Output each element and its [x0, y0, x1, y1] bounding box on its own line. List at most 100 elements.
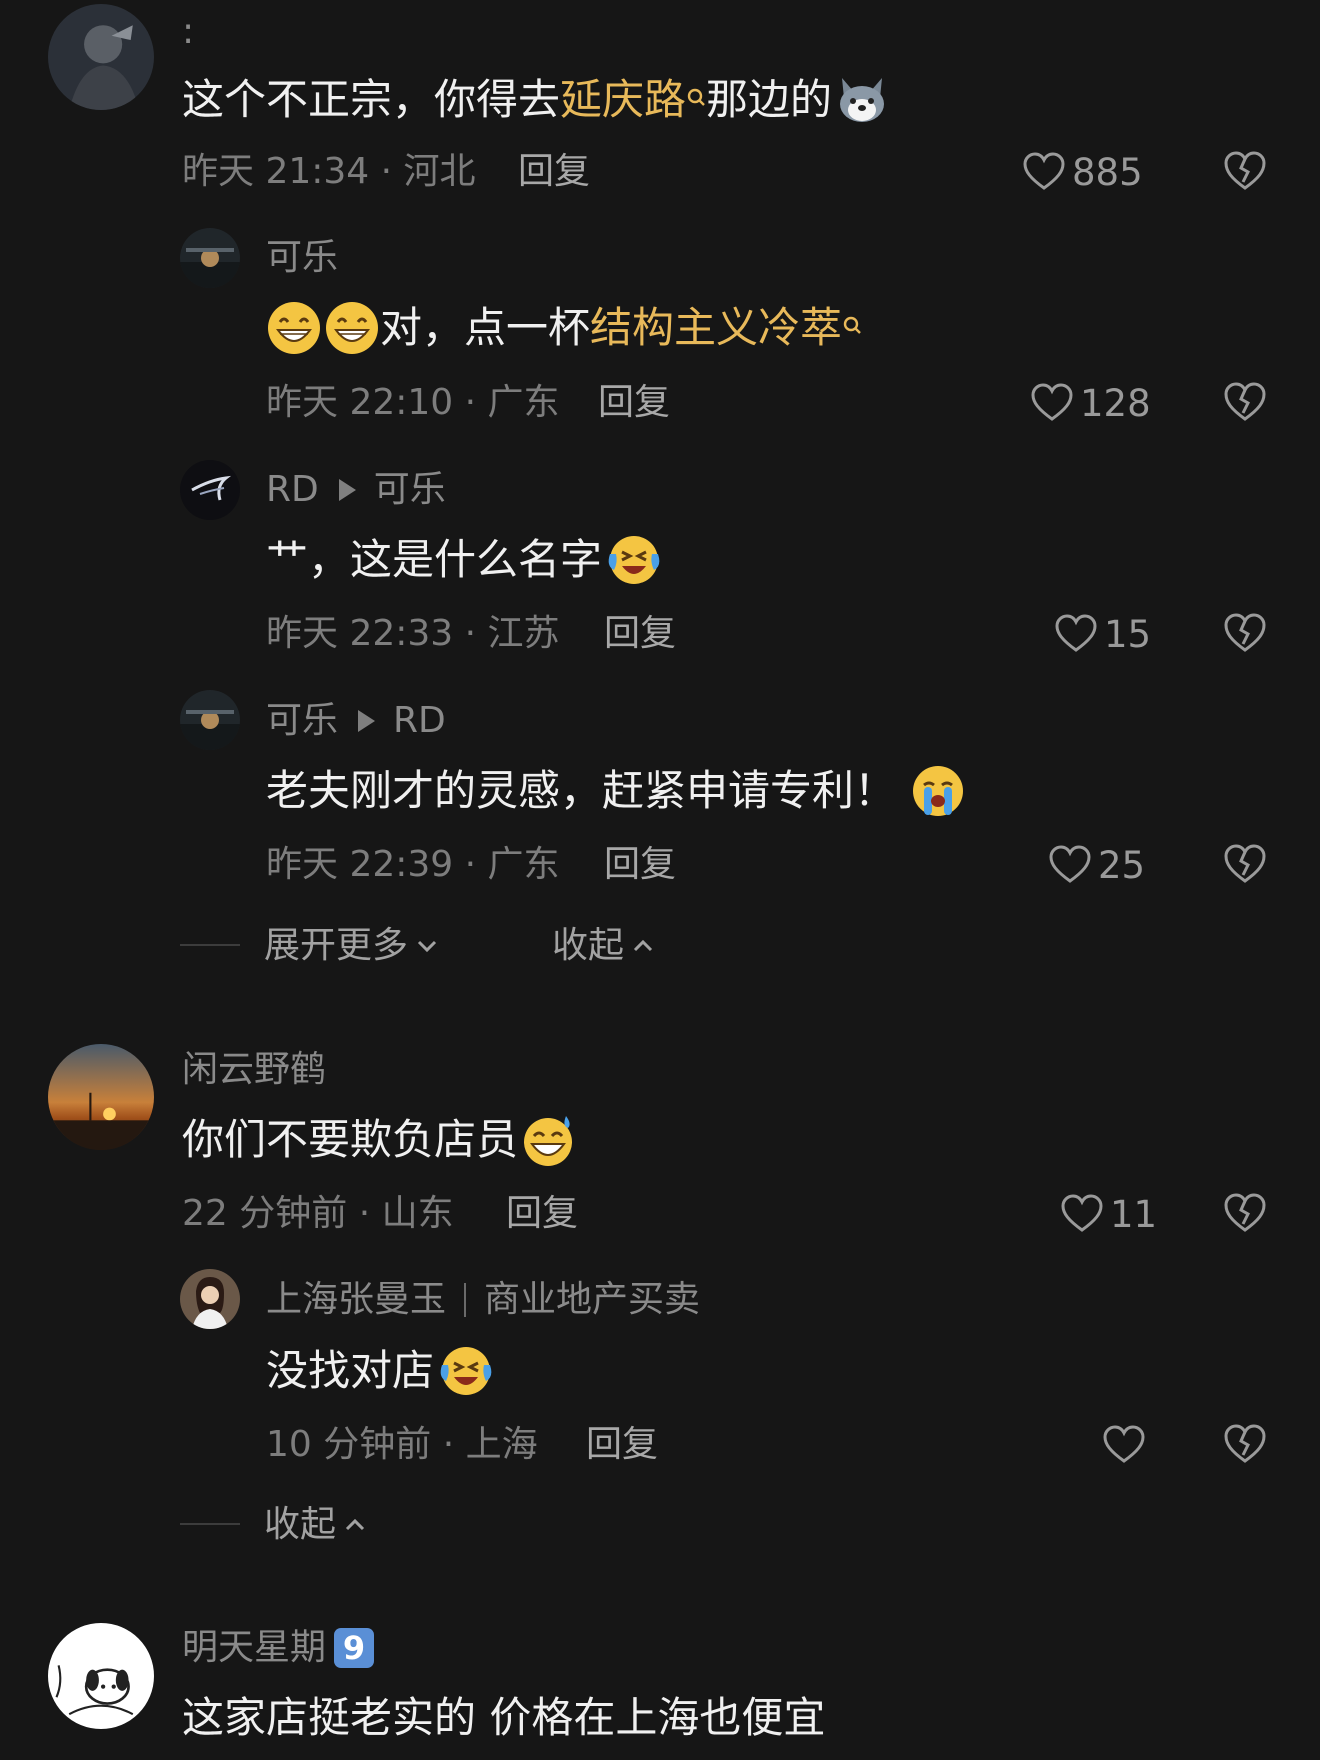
commenter-name: 可乐 RD — [266, 703, 446, 739]
comment-meta: 10 分钟前 · 上海 — [266, 1424, 538, 1465]
search-icon[interactable] — [686, 78, 706, 106]
comment-meta: 昨天 21:34 · 河北 — [182, 151, 476, 192]
comment-text: 没找对店 — [266, 1343, 492, 1399]
grinning-sweat-emoji — [520, 1112, 576, 1168]
heart-icon — [1023, 152, 1065, 190]
like-count: 128 — [1080, 381, 1151, 425]
comment-meta: 昨天 22:39 · 广东 — [266, 844, 560, 885]
like-button[interactable]: 128 — [1028, 379, 1151, 427]
reply-button[interactable]: 回复 — [604, 616, 676, 652]
collapse-button[interactable]: 收起 — [264, 1507, 368, 1543]
reply-button[interactable]: 回复 — [586, 1427, 658, 1463]
reply-button[interactable]: 回复 — [506, 1196, 578, 1232]
comment-text-part: 没找对店 — [266, 1346, 435, 1395]
broken-heart-icon — [1224, 613, 1266, 652]
chevron-up-icon — [345, 1518, 365, 1531]
comment-text: 老夫刚才的灵感，赶紧申请专利！ — [266, 763, 966, 819]
dislike-button[interactable] — [1220, 839, 1270, 889]
husky-dog-emoji — [834, 72, 890, 128]
comment-text: 艹，这是什么名字 — [266, 532, 660, 588]
comment-text-part: 你们不要欺负店员 — [182, 1115, 519, 1164]
comment-text: 这家店挺老实的 价格在上海也便宜 — [182, 1690, 825, 1746]
dislike-button[interactable] — [1220, 377, 1270, 427]
reply-button[interactable]: 回复 — [604, 847, 676, 883]
avatar[interactable] — [48, 1623, 154, 1729]
heart-icon — [1055, 614, 1097, 652]
search-link[interactable]: 结构主义冷萃 — [590, 307, 842, 349]
like-count: 25 — [1098, 843, 1146, 887]
avatar[interactable] — [180, 690, 240, 750]
grinning-face-emoji — [266, 300, 322, 356]
heart-icon — [1103, 1425, 1145, 1463]
name-separator — [464, 1283, 467, 1317]
like-button[interactable]: 25 — [1046, 841, 1145, 889]
like-button[interactable]: 11 — [1058, 1190, 1157, 1238]
chevron-down-icon — [417, 940, 437, 953]
broken-heart-icon — [1224, 382, 1266, 421]
reply-target[interactable]: 可乐 — [374, 472, 446, 508]
comment-text-part: 对，点一杯 — [380, 303, 591, 352]
laughing-crying-emoji — [604, 532, 660, 588]
dislike-button[interactable] — [1220, 608, 1270, 658]
commenter-name: RD 可乐 — [266, 472, 446, 508]
thread-divider — [180, 1523, 240, 1525]
commenter-name-text[interactable]: 明天星期 — [182, 1630, 326, 1666]
reply-button[interactable]: 回复 — [598, 385, 670, 421]
like-button[interactable]: 885 — [1020, 148, 1143, 196]
comment-text: 这个不正宗，你得去 延庆路 那边的 — [182, 72, 890, 128]
commenter-name: 上海张曼玉 商业地产买卖 — [266, 1282, 700, 1318]
commenter-name[interactable]: 闲云野鹤 — [182, 1052, 326, 1088]
comment-text: 你们不要欺负店员 — [182, 1112, 576, 1168]
commenter-name: 明天星期 9 — [182, 1628, 375, 1668]
laughing-crying-emoji — [436, 1343, 492, 1399]
search-link[interactable]: 延庆路 — [560, 79, 686, 121]
like-count: 885 — [1072, 150, 1143, 194]
avatar[interactable] — [48, 4, 154, 110]
thread-divider — [180, 944, 240, 946]
expand-more-button[interactable]: 展开更多 — [264, 928, 440, 964]
broken-heart-icon — [1224, 151, 1266, 190]
expand-more-label: 展开更多 — [264, 925, 409, 966]
avatar[interactable] — [180, 228, 240, 288]
avatar[interactable] — [180, 1269, 240, 1329]
like-count: 15 — [1104, 612, 1152, 656]
like-button[interactable] — [1100, 1421, 1152, 1469]
comment-text-part: 老夫刚才的灵感，赶紧申请专利！ — [266, 766, 897, 815]
reply-button[interactable]: 回复 — [518, 154, 590, 190]
avatar[interactable] — [48, 1044, 154, 1150]
broken-heart-icon — [1224, 1193, 1266, 1232]
heart-icon — [1031, 383, 1073, 421]
commenter-name[interactable]: : — [182, 14, 194, 50]
comment-meta: 昨天 22:33 · 江苏 — [266, 613, 560, 654]
reply-author[interactable]: 可乐 — [266, 703, 338, 739]
collapse-label: 收起 — [552, 925, 625, 966]
collapse-button[interactable]: 收起 — [552, 928, 656, 964]
heart-icon — [1061, 1194, 1103, 1232]
number-nine-badge: 9 — [334, 1628, 375, 1668]
reply-author[interactable]: RD — [266, 472, 319, 508]
like-button[interactable]: 15 — [1052, 610, 1151, 658]
search-icon[interactable] — [842, 306, 862, 334]
dislike-button[interactable] — [1220, 1419, 1270, 1469]
commenter-name[interactable]: 可乐 — [266, 240, 338, 276]
reply-arrow-icon — [358, 710, 376, 732]
grinning-face-emoji — [324, 300, 380, 356]
heart-icon — [1049, 845, 1091, 883]
comment-text-part: 那边的 — [706, 75, 833, 124]
author-tag: 商业地产买卖 — [484, 1279, 701, 1320]
chevron-up-icon — [633, 939, 653, 952]
dislike-button[interactable] — [1220, 146, 1270, 196]
avatar[interactable] — [180, 460, 240, 520]
like-count: 11 — [1110, 1192, 1158, 1236]
collapse-label: 收起 — [264, 1504, 337, 1545]
dislike-button[interactable] — [1220, 1188, 1270, 1238]
reply-arrow-icon — [338, 479, 356, 501]
reply-target[interactable]: RD — [393, 703, 446, 739]
broken-heart-icon — [1224, 844, 1266, 883]
comment-meta: 22 分钟前 · 山东 — [182, 1193, 454, 1234]
reply-author[interactable]: 上海张曼玉 — [266, 1282, 446, 1318]
comment-text: 对，点一杯 结构主义冷萃 — [266, 300, 862, 356]
broken-heart-icon — [1224, 1424, 1266, 1463]
comment-text-part: 这个不正宗，你得去 — [182, 75, 561, 124]
comment-text-part: 艹，这是什么名字 — [266, 535, 603, 584]
